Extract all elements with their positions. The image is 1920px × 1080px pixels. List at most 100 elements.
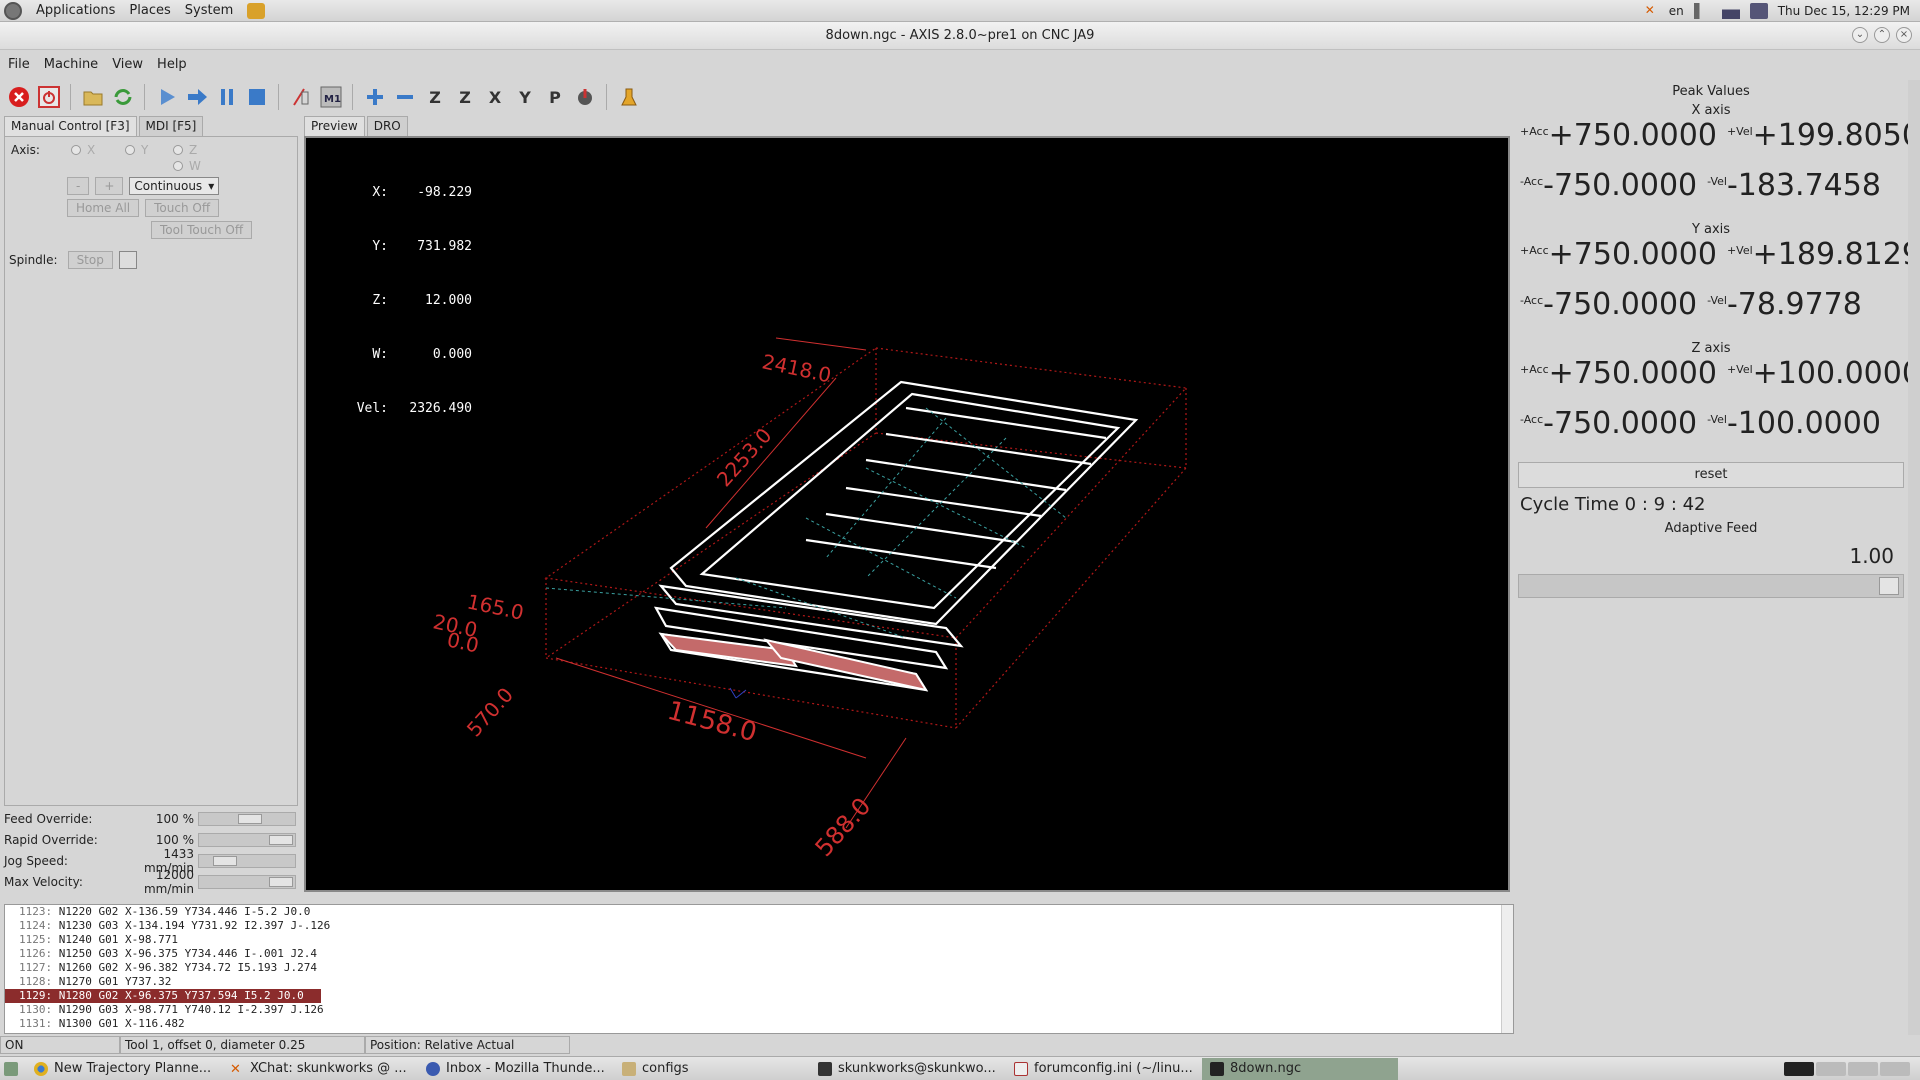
help-icon[interactable] (247, 2, 266, 19)
home-all-button[interactable]: Home All (67, 199, 140, 217)
spindle-brake-icon[interactable] (118, 251, 137, 269)
pause-icon[interactable] (214, 84, 240, 110)
task-label: 8down.ngc (1230, 1061, 1302, 1076)
slider-knob[interactable] (269, 877, 293, 887)
slider-knob[interactable] (269, 835, 293, 845)
touch-off-button[interactable]: Touch Off (145, 199, 220, 217)
menu-view[interactable]: View (112, 57, 143, 72)
workspace-2[interactable] (1816, 1061, 1846, 1076)
reload-icon[interactable] (110, 84, 136, 110)
gcode-line[interactable]: 1125: N1240 G01 X-98.771 (5, 933, 1513, 947)
axis-radio-w[interactable]: W (173, 159, 201, 173)
reset-button[interactable]: reset (1518, 462, 1904, 488)
notification-icon[interactable]: ✕ (1641, 3, 1659, 19)
gcode-line[interactable]: 1126: N1250 G03 X-96.375 Y734.446 I-.001… (5, 947, 1513, 961)
acc-pos-value: +750.0000 (1548, 356, 1717, 391)
gcode-line[interactable]: 1123: N1220 G02 X-136.59 Y734.446 I-5.2 … (5, 905, 1513, 919)
svg-text:M1: M1 (324, 94, 341, 105)
jog-minus-button[interactable]: - (67, 177, 90, 195)
gcode-listing[interactable]: 1123: N1220 G02 X-136.59 Y734.446 I-5.2 … (4, 904, 1514, 1034)
peak-row-positive: +Acc +750.0000 +Vel +189.8129 (1514, 237, 1920, 287)
gcode-line-current[interactable]: 1129: N1280 G02 X-96.375 Y737.594 I5.2 J… (5, 989, 321, 1003)
slider-knob[interactable] (213, 856, 237, 866)
gcode-line[interactable]: 1130: N1290 G03 X-98.771 Y740.12 I-2.397… (5, 1003, 1513, 1017)
rapid-override-slider[interactable] (198, 833, 296, 847)
tab-mdi[interactable]: MDI [F5] (138, 116, 204, 136)
clock[interactable]: Thu Dec 15, 12:29 PM (1778, 4, 1910, 18)
keyboard-layout[interactable]: en (1669, 4, 1684, 18)
optional-stop-icon[interactable]: M1 (318, 84, 344, 110)
jog-speed-slider[interactable] (198, 854, 296, 868)
slider-knob[interactable] (1879, 577, 1899, 595)
gcode-line[interactable]: 1131: N1300 G01 X-116.482 (5, 1017, 1513, 1031)
tab-manual-control[interactable]: Manual Control [F3] (4, 116, 137, 136)
axis-radio-y[interactable]: Y (125, 143, 148, 157)
axis-radio-x[interactable]: X (71, 143, 95, 157)
show-desktop-icon[interactable] (4, 1061, 18, 1076)
volume-icon[interactable] (1693, 2, 1712, 19)
tool-touch-off-button[interactable]: Tool Touch Off (151, 221, 253, 239)
toolpath-preview[interactable]: X: -98.229 Y: 731.982 Z: 12.000 W: 0.000 Vel… (304, 136, 1510, 892)
task-configs[interactable]: configs (614, 1058, 810, 1080)
view-y-icon[interactable]: Y (512, 84, 538, 110)
minimize-icon[interactable]: ⌄ (1852, 27, 1868, 43)
max-velocity-slider[interactable] (198, 875, 296, 889)
clear-icon[interactable] (616, 84, 642, 110)
slider-knob[interactable] (238, 814, 262, 824)
menu-system[interactable]: System (185, 3, 233, 18)
workspace-3[interactable] (1848, 1061, 1878, 1076)
menu-places[interactable]: Places (129, 3, 170, 18)
workspace-1[interactable] (1784, 1061, 1814, 1076)
axis-radio-z[interactable]: Z (173, 143, 197, 157)
gcode-line[interactable]: 1124: N1230 G03 X-134.194 Y731.92 I2.397… (5, 919, 1513, 933)
zoom-in-icon[interactable] (362, 84, 388, 110)
jog-plus-button[interactable]: + (95, 177, 124, 195)
block-delete-icon[interactable] (288, 84, 314, 110)
menu-file[interactable]: File (8, 57, 30, 72)
task-axis[interactable]: 8down.ngc (1202, 1057, 1398, 1080)
spindle-stop-button[interactable]: Stop (67, 251, 113, 269)
power-icon[interactable] (36, 84, 62, 110)
rotate-icon[interactable] (572, 84, 598, 110)
view-z-icon[interactable]: Z (422, 84, 448, 110)
network-icon[interactable] (1721, 2, 1740, 19)
gcode-line[interactable]: 1127: N1260 G02 X-96.382 Y734.72 I5.193 … (5, 961, 1513, 975)
workspace-4[interactable] (1880, 1061, 1910, 1076)
menu-machine[interactable]: Machine (44, 57, 98, 72)
battery-icon[interactable] (1749, 2, 1768, 19)
dimension-label: 0.0 (445, 627, 481, 657)
task-xchat[interactable]: ✕ XChat: skunkworks @ ... (222, 1058, 418, 1080)
vel-minus-label: -Vel (1707, 294, 1727, 307)
toolbar-separator (278, 84, 284, 110)
open-icon[interactable] (80, 84, 106, 110)
system-logo-icon[interactable] (4, 1, 22, 20)
gcode-scrollbar[interactable] (1501, 905, 1513, 1033)
close-icon[interactable]: × (1896, 27, 1912, 43)
view-z2-icon[interactable]: Z (452, 84, 478, 110)
zoom-out-icon[interactable] (392, 84, 418, 110)
gcode-line[interactable]: 1128: N1270 G01 Y737.32 (5, 975, 1513, 989)
dimension-label: 1158.0 (664, 696, 760, 749)
tab-dro[interactable]: DRO (366, 116, 408, 136)
tab-preview[interactable]: Preview (304, 116, 365, 136)
menu-help[interactable]: Help (157, 57, 187, 72)
estop-icon[interactable] (6, 84, 32, 110)
stop-icon[interactable] (244, 84, 270, 110)
maximize-icon[interactable]: ⌃ (1874, 27, 1890, 43)
override-label: Jog Speed: (4, 853, 68, 868)
task-terminal[interactable]: skunkworks@skunkwo... (810, 1058, 1006, 1080)
view-p-icon[interactable]: P (542, 84, 568, 110)
task-chrome[interactable]: New Trajectory Planne... (26, 1058, 222, 1080)
right-scrollbar[interactable] (1908, 80, 1920, 1035)
menu-applications[interactable]: Applications (36, 3, 115, 18)
adaptive-feed-slider[interactable] (1518, 574, 1904, 598)
task-editor[interactable]: forumconfig.ini (~/linu... (1006, 1058, 1202, 1080)
workspace-switcher[interactable] (1784, 1061, 1910, 1076)
jog-mode-select[interactable]: Continuous ▾ (129, 177, 220, 195)
view-x-icon[interactable]: X (482, 84, 508, 110)
run-icon[interactable] (154, 84, 180, 110)
step-icon[interactable] (184, 84, 210, 110)
task-thunderbird[interactable]: Inbox - Mozilla Thunde... (418, 1058, 614, 1080)
feed-override-slider[interactable] (198, 812, 296, 826)
adaptive-feed-label: Adaptive Feed (1664, 521, 1758, 536)
